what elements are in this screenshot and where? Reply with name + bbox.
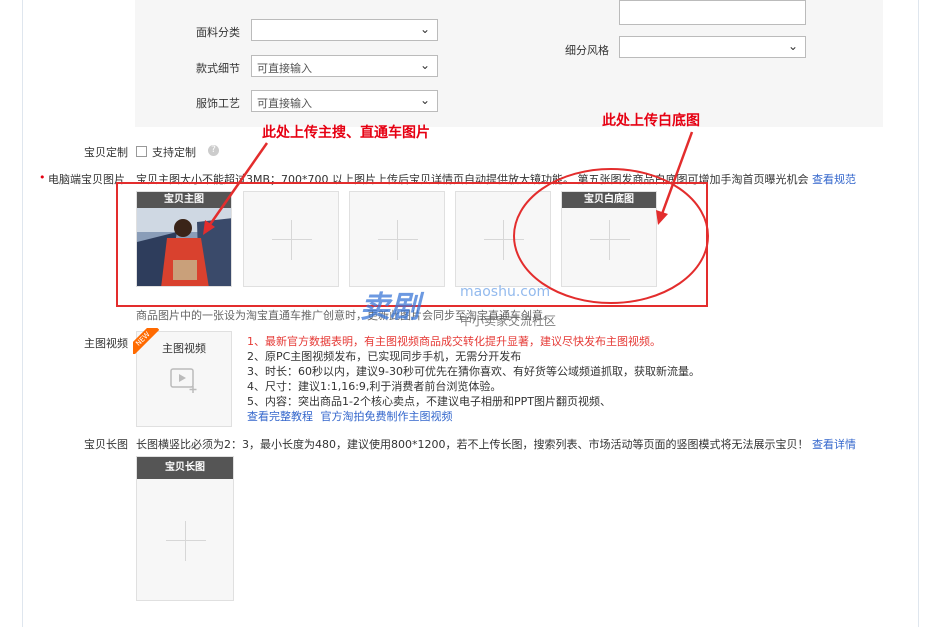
long-image-tip-text: 长图横竖比必须为2：3，最小长度为480，建议使用800*1200，若不上传长图… [136, 438, 809, 451]
main-video-box-label: 主图视频 [162, 342, 206, 355]
video-links: 查看完整教程 官方淘拍免费制作主图视频 [247, 408, 453, 424]
watermark-site: maoshu.com [460, 284, 551, 300]
watermark-subtitle: 中小卖家交流社区 [460, 314, 557, 328]
long-image-slot[interactable]: 宝贝长图 [136, 456, 234, 601]
sub-style-top-select[interactable] [619, 0, 806, 25]
required-mark: • [39, 171, 46, 184]
long-image-label: 宝贝长图 [84, 438, 128, 451]
custom-label: 宝贝定制 [84, 146, 128, 159]
video-tip-5: 5、内容：突出商品1-2个核心卖点，不建议电子相册和PPT图片翻页视频、 [247, 395, 611, 408]
right-border [918, 0, 919, 627]
long-image-box-label: 宝贝长图 [137, 457, 233, 479]
style-detail-select[interactable]: 可直接输入 ⌄ [251, 55, 438, 77]
video-tip-4: 4、尺寸：建议1:1,16:9,利于消费者前台浏览体验。 [247, 380, 502, 393]
fabric-category-select[interactable]: ⌄ [251, 19, 438, 41]
custom-checkbox-label: 支持定制 [152, 146, 196, 159]
chevron-down-icon: ⌄ [419, 58, 430, 72]
video-tip-1: 1、最新官方数据表明，有主图视频商品成交转化提升显著，建议尽快发布主图视频。 [247, 335, 661, 348]
main-video-slot[interactable]: NEW 主图视频 [133, 328, 232, 427]
video-tip-2: 2、原PC主图视频发布，已实现同步手机，无需分开发布 [247, 350, 522, 363]
chevron-down-icon: ⌄ [419, 22, 430, 36]
left-border [22, 0, 23, 627]
craft-select[interactable]: 可直接输入 ⌄ [251, 90, 438, 112]
free-video-link[interactable]: 官方淘拍免费制作主图视频 [321, 410, 453, 423]
chevron-down-icon: ⌄ [419, 93, 430, 107]
left-callout-text: 此处上传主搜、直通车图片 [262, 125, 430, 141]
full-tutorial-link[interactable]: 查看完整教程 [247, 410, 313, 423]
sub-style-label: 细分风格 [565, 44, 609, 57]
long-image-tip: 长图横竖比必须为2：3，最小长度为480，建议使用800*1200，若不上传长图… [136, 436, 856, 452]
craft-label: 服饰工艺 [196, 97, 240, 110]
sub-style-select[interactable]: ⌄ [619, 36, 806, 58]
pc-images-tip-link[interactable]: 查看规范 [812, 173, 856, 186]
chevron-down-icon: ⌄ [787, 39, 798, 53]
style-detail-label: 款式细节 [196, 62, 240, 75]
main-video-label: 主图视频 [84, 337, 128, 350]
right-callout-text: 此处上传白底图 [602, 113, 700, 129]
plus-icon [166, 540, 206, 541]
watermark-logo: 卖剧 [360, 290, 420, 325]
video-add-icon [170, 368, 197, 393]
long-image-detail-link[interactable]: 查看详情 [812, 438, 856, 451]
watermark: 卖剧 maoshu.com 中小卖家交流社区 [360, 282, 580, 332]
style-detail-placeholder: 可直接输入 [257, 62, 312, 75]
custom-checkbox[interactable] [136, 146, 147, 157]
video-tip-3: 3、时长：60秒以内，建议9-30秒可优先在猜你喜欢、有好货等公域频道抓取，获取… [247, 365, 700, 378]
fabric-category-label: 面料分类 [196, 26, 240, 39]
craft-placeholder: 可直接输入 [257, 97, 312, 110]
question-circle-icon[interactable]: ? [208, 145, 219, 156]
pc-images-label: 电脑端宝贝图片 [48, 173, 125, 186]
plus-icon-v [185, 521, 186, 561]
